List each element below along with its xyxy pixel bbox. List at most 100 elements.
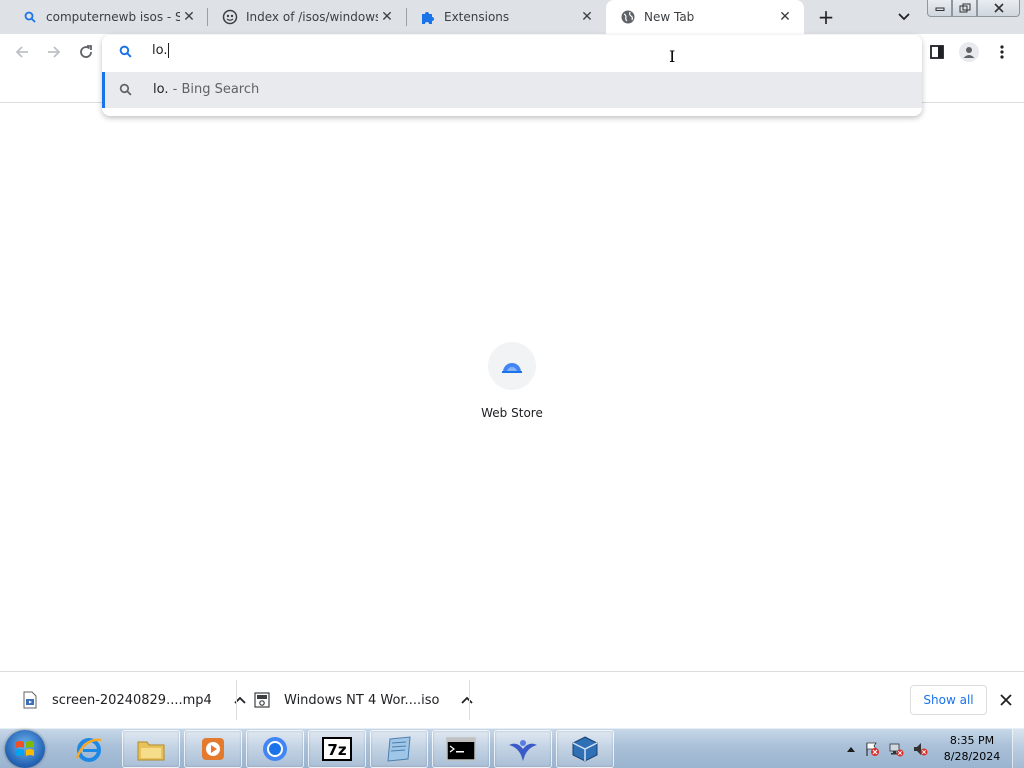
video-file-icon — [23, 691, 37, 709]
taskbar-command-prompt[interactable] — [432, 730, 490, 768]
close-icon[interactable]: ✕ — [180, 8, 198, 26]
download-separator — [469, 680, 470, 720]
notepad-icon — [387, 736, 411, 762]
person-icon — [963, 47, 975, 58]
window-controls — [927, 0, 1020, 17]
search-icon — [119, 83, 132, 99]
taskbar-media-player[interactable] — [184, 730, 242, 768]
close-icon[interactable]: ✕ — [578, 8, 596, 26]
show-desktop-button[interactable] — [1012, 729, 1024, 768]
taskbar-explorer[interactable] — [122, 730, 180, 768]
side-panel-button[interactable] — [927, 42, 947, 62]
start-button[interactable] — [5, 730, 45, 768]
restore-button[interactable] — [952, 0, 977, 17]
tile-label: Web Store — [481, 406, 543, 420]
system-tray — [842, 729, 932, 768]
omnibox-suggestion[interactable]: lo. - Bing Search — [102, 72, 922, 108]
tab-label: Index of /isos/windows/ — [246, 10, 378, 24]
system-clock[interactable]: 8:35 PM 8/28/2024 — [940, 733, 1004, 765]
arrow-left-icon — [15, 46, 28, 58]
globe-icon — [620, 9, 636, 25]
reload-button[interactable] — [74, 40, 98, 64]
tab-strip: computernewb isos - Sea ✕ Index of /isos… — [0, 0, 1024, 34]
reload-icon — [80, 45, 92, 58]
download-filename: Windows NT 4 Wor....iso — [284, 692, 440, 708]
bird-icon — [509, 740, 537, 761]
taskbar-chrome[interactable] — [246, 730, 304, 768]
clock-time: 8:35 PM — [949, 734, 995, 747]
omnibox-typed-text: lo. — [152, 43, 168, 58]
7zip-icon: 7z — [322, 737, 352, 761]
close-icon[interactable]: ✕ — [378, 8, 396, 26]
chevron-up-icon[interactable] — [842, 746, 860, 752]
avatar — [959, 42, 979, 62]
minimize-icon — [935, 7, 944, 11]
tab-new-tab[interactable]: New Tab ✕ — [606, 0, 804, 34]
tab-index[interactable]: Index of /isos/windows/ ✕ — [208, 0, 406, 34]
suggestion-text: lo. - Bing Search — [153, 82, 259, 97]
media-player-icon — [202, 738, 224, 760]
shortcut-tile-web-store[interactable]: Web Store — [474, 342, 550, 420]
back-button[interactable] — [10, 40, 34, 64]
iso-file-icon — [254, 692, 270, 708]
taskbar-internet-explorer[interactable] — [60, 730, 118, 768]
download-separator — [236, 680, 237, 720]
volume-muted-icon[interactable] — [908, 741, 932, 757]
omnibox-dropdown: lo. lo. - Bing Search — [102, 35, 922, 116]
close-icon[interactable]: ✕ — [776, 8, 794, 26]
action-center-flag-icon[interactable] — [860, 741, 884, 757]
clock-date: 8/28/2024 — [943, 750, 1001, 763]
suggestion-query: lo. — [153, 82, 169, 97]
omnibox[interactable]: lo. — [102, 35, 922, 69]
taskbar-app-bird[interactable] — [494, 730, 552, 768]
taskbar: 7z 8:35 PM 8/28/2024 — [0, 728, 1024, 768]
taskbar-virtualbox[interactable] — [556, 730, 614, 768]
omnibox-input[interactable]: lo. — [152, 43, 170, 58]
search-icon — [119, 45, 132, 61]
tab-label: computernewb isos - Sea — [46, 10, 180, 24]
web-store-icon — [488, 342, 536, 390]
side-panel-icon — [930, 45, 944, 59]
profile-button[interactable] — [959, 42, 979, 62]
folder-icon — [137, 741, 165, 761]
internet-explorer-icon — [75, 738, 102, 762]
chevron-up-icon[interactable] — [459, 692, 475, 708]
tab-search[interactable]: computernewb isos - Sea ✕ — [8, 0, 208, 34]
more-vert-icon — [1000, 45, 1004, 59]
restore-icon — [959, 3, 970, 13]
chevron-down-icon — [898, 13, 910, 21]
menu-button[interactable] — [992, 42, 1012, 62]
download-item[interactable]: screen-20240829....mp4 — [22, 672, 248, 728]
download-item[interactable]: Windows NT 4 Wor....iso — [254, 672, 475, 728]
shelf-close-button[interactable] — [996, 690, 1016, 710]
chrome-icon — [263, 737, 287, 761]
tab-search-button[interactable] — [894, 7, 914, 27]
new-tab-button[interactable]: + — [814, 5, 838, 29]
close-icon — [993, 3, 1004, 13]
search-icon — [22, 9, 38, 25]
taskbar-notepad[interactable] — [370, 730, 428, 768]
tab-label: New Tab — [644, 10, 695, 24]
download-shelf: screen-20240829....mp4 Windows NT 4 Wor.… — [0, 671, 1024, 728]
suggestion-provider: - Bing Search — [168, 82, 260, 97]
network-icon[interactable] — [884, 741, 908, 757]
download-filename: screen-20240829....mp4 — [52, 692, 212, 708]
show-all-button[interactable]: Show all — [910, 685, 987, 715]
windows-logo-icon — [16, 741, 34, 756]
chevron-up-icon[interactable] — [232, 692, 248, 708]
svg-text:7z: 7z — [327, 741, 346, 759]
site-logo-icon — [222, 9, 238, 25]
virtualbox-icon — [572, 736, 598, 762]
tab-label: Extensions — [444, 10, 510, 24]
arrow-right-icon — [48, 46, 61, 58]
minimize-button[interactable] — [927, 0, 952, 17]
text-caret — [168, 43, 170, 58]
close-icon — [1000, 694, 1012, 706]
terminal-icon — [446, 737, 476, 761]
puzzle-icon — [420, 9, 436, 25]
tab-extensions[interactable]: Extensions ✕ — [406, 0, 606, 34]
window-close-button[interactable] — [977, 0, 1020, 17]
text-cursor-icon: I — [669, 47, 676, 66]
taskbar-7zip[interactable]: 7z — [308, 730, 366, 768]
forward-button[interactable] — [42, 40, 66, 64]
